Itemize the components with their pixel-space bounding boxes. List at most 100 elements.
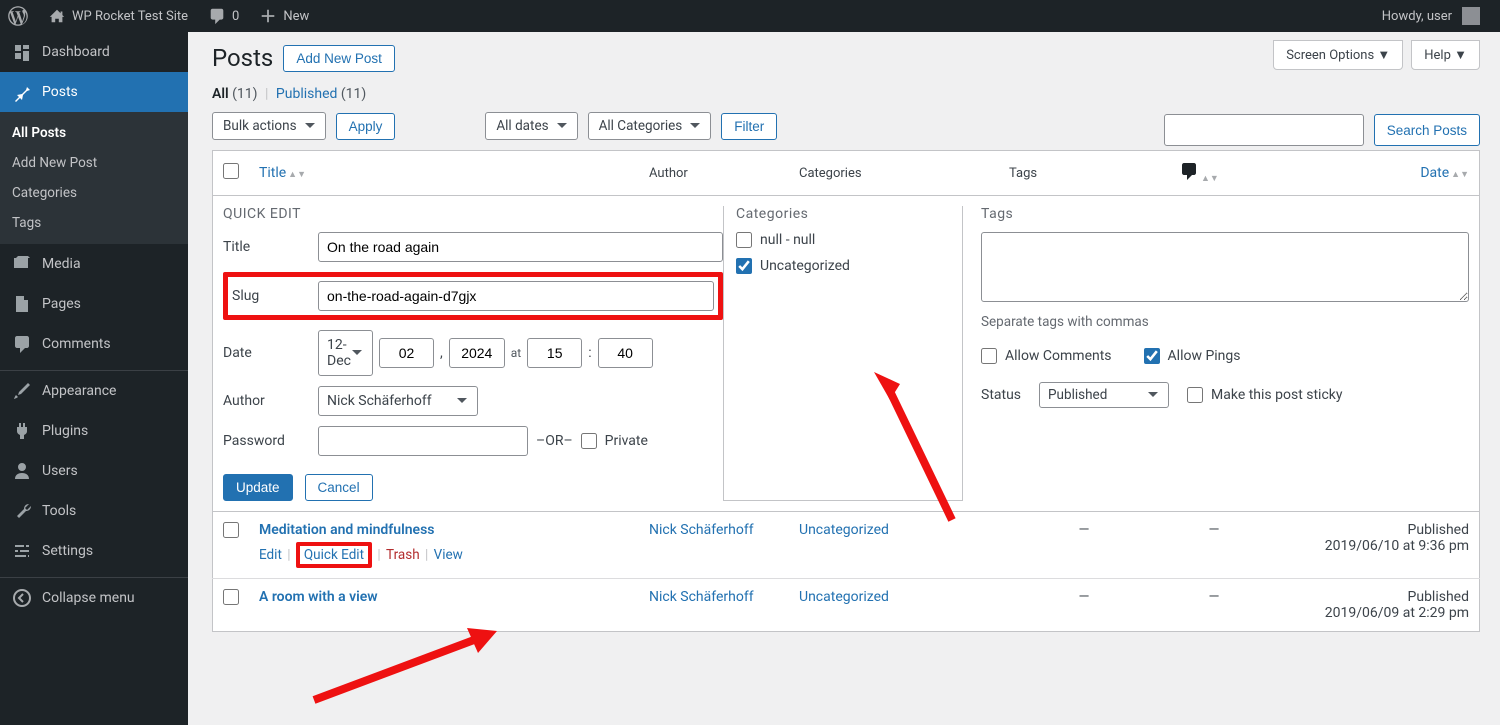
cat-null-checkbox[interactable] bbox=[736, 232, 752, 248]
brush-icon bbox=[12, 381, 32, 401]
sort-icon: ▲▼ bbox=[1451, 172, 1469, 178]
search-box: Search Posts bbox=[1164, 114, 1480, 146]
qe-slug-input[interactable] bbox=[318, 281, 714, 311]
date-status: Published bbox=[1408, 522, 1469, 538]
column-categories: Categories bbox=[799, 166, 862, 181]
search-input[interactable] bbox=[1164, 114, 1364, 146]
menu-media[interactable]: Media bbox=[0, 244, 188, 284]
qe-tags-label: Tags bbox=[981, 206, 1469, 222]
collapse-icon bbox=[12, 588, 32, 608]
media-icon bbox=[12, 254, 32, 274]
menu-dashboard[interactable]: Dashboard bbox=[0, 32, 188, 72]
filter-published[interactable]: Published (11) bbox=[276, 86, 366, 102]
select-all-checkbox[interactable] bbox=[223, 163, 239, 179]
qe-status-select[interactable]: Published bbox=[1039, 382, 1169, 408]
posts-table: Title▲▼ Author Categories Tags ▲▼ Date▲▼… bbox=[212, 150, 1480, 632]
column-comments[interactable]: ▲▼ bbox=[1179, 170, 1219, 185]
submenu-categories[interactable]: Categories bbox=[0, 178, 188, 208]
edit-link[interactable]: Edit bbox=[259, 547, 282, 563]
tags-cell: — bbox=[1079, 522, 1090, 538]
menu-appearance[interactable]: Appearance bbox=[0, 371, 188, 411]
category-filter-select[interactable]: All Categories bbox=[588, 112, 712, 140]
sort-icon: ▲▼ bbox=[288, 172, 306, 178]
menu-tools[interactable]: Tools bbox=[0, 491, 188, 531]
qe-day-input[interactable] bbox=[379, 338, 434, 368]
category-link[interactable]: Uncategorized bbox=[799, 522, 889, 538]
qe-month-select[interactable]: 12-Dec bbox=[318, 330, 373, 376]
submenu-all-posts[interactable]: All Posts bbox=[0, 118, 188, 148]
qe-hour-input[interactable] bbox=[527, 338, 582, 368]
post-title-link[interactable]: A room with a view bbox=[259, 589, 378, 605]
comments-link[interactable]: 0 bbox=[200, 0, 247, 32]
qe-password-input[interactable] bbox=[318, 426, 528, 456]
filter-button[interactable]: Filter bbox=[721, 113, 777, 140]
submenu-add-new[interactable]: Add New Post bbox=[0, 148, 188, 178]
trash-link[interactable]: Trash bbox=[386, 547, 420, 563]
category-link[interactable]: Uncategorized bbox=[799, 589, 889, 605]
posts-submenu: All Posts Add New Post Categories Tags bbox=[0, 112, 188, 244]
cancel-button[interactable]: Cancel bbox=[305, 474, 373, 501]
site-name: WP Rocket Test Site bbox=[72, 9, 188, 24]
pin-icon bbox=[12, 82, 32, 102]
qe-author-select[interactable]: Nick Schäferhoff bbox=[318, 386, 478, 416]
quick-edit-heading: QUICK EDIT bbox=[223, 206, 723, 222]
main-content: Posts Add New Post All (11) | Published … bbox=[188, 32, 1500, 652]
date-value: 2019/06/09 at 2:29 pm bbox=[1325, 605, 1469, 621]
qe-private-checkbox[interactable] bbox=[581, 433, 597, 449]
menu-pages[interactable]: Pages bbox=[0, 284, 188, 324]
filter-all[interactable]: All (11) bbox=[212, 86, 258, 102]
post-row: Meditation and mindfulness Edit | Quick … bbox=[213, 512, 1480, 579]
qe-year-input[interactable] bbox=[449, 338, 505, 368]
view-link[interactable]: View bbox=[434, 547, 463, 563]
post-row: A room with a view Nick Schäferhoff Unca… bbox=[213, 579, 1480, 632]
comment-icon bbox=[1179, 161, 1199, 181]
apply-button[interactable]: Apply bbox=[336, 113, 396, 140]
add-new-post-button[interactable]: Add New Post bbox=[283, 45, 395, 72]
qe-tags-hint: Separate tags with commas bbox=[981, 314, 1469, 330]
search-button[interactable]: Search Posts bbox=[1374, 114, 1480, 146]
bulk-actions-select[interactable]: Bulk actions bbox=[212, 112, 326, 140]
dashboard-icon bbox=[12, 42, 32, 62]
menu-users[interactable]: Users bbox=[0, 451, 188, 491]
new-link[interactable]: New bbox=[251, 0, 317, 32]
user-icon bbox=[12, 461, 32, 481]
slug-highlight-box: Slug bbox=[223, 272, 723, 320]
site-link[interactable]: WP Rocket Test Site bbox=[40, 0, 196, 32]
author-link[interactable]: Nick Schäferhoff bbox=[649, 522, 754, 538]
quick-edit-link[interactable]: Quick Edit bbox=[304, 547, 364, 563]
menu-collapse[interactable]: Collapse menu bbox=[0, 578, 188, 618]
wp-logo[interactable] bbox=[0, 0, 36, 32]
row-actions: Edit | Quick Edit | Trash | View bbox=[259, 542, 629, 568]
admin-sidebar: Dashboard Posts All Posts Add New Post C… bbox=[0, 32, 188, 725]
date-filter-select[interactable]: All dates bbox=[485, 112, 577, 140]
row-checkbox[interactable] bbox=[223, 522, 239, 538]
qe-private-label: Private bbox=[605, 433, 648, 449]
menu-comments[interactable]: Comments bbox=[0, 324, 188, 364]
author-link[interactable]: Nick Schäferhoff bbox=[649, 589, 754, 605]
comment-count: 0 bbox=[232, 9, 239, 24]
menu-posts[interactable]: Posts bbox=[0, 72, 188, 112]
post-title-link[interactable]: Meditation and mindfulness bbox=[259, 522, 434, 538]
qe-tags-textarea[interactable] bbox=[981, 232, 1469, 302]
qe-minute-input[interactable] bbox=[598, 338, 653, 368]
row-checkbox[interactable] bbox=[223, 589, 239, 605]
menu-settings[interactable]: Settings bbox=[0, 531, 188, 571]
allow-comments-checkbox[interactable] bbox=[981, 348, 997, 364]
howdy-text: Howdy, user bbox=[1382, 9, 1452, 24]
menu-plugins[interactable]: Plugins bbox=[0, 411, 188, 451]
avatar bbox=[1462, 7, 1480, 25]
update-button[interactable]: Update bbox=[223, 474, 293, 501]
allow-pings-checkbox[interactable] bbox=[1144, 348, 1160, 364]
quick-edit-highlight-box: Quick Edit bbox=[296, 542, 372, 568]
qe-title-input[interactable] bbox=[318, 232, 723, 262]
cat-uncategorized-checkbox[interactable] bbox=[736, 258, 752, 274]
qe-password-label: Password bbox=[223, 433, 318, 449]
column-title[interactable]: Title▲▼ bbox=[259, 165, 306, 181]
submenu-tags[interactable]: Tags bbox=[0, 208, 188, 238]
sort-icon: ▲▼ bbox=[1201, 176, 1219, 182]
quick-edit-row: QUICK EDIT Title Slug Date bbox=[213, 196, 1480, 512]
comments-cell: — bbox=[1209, 522, 1220, 538]
howdy-link[interactable]: Howdy, user bbox=[1374, 0, 1488, 32]
sticky-checkbox[interactable] bbox=[1187, 387, 1203, 403]
column-date[interactable]: Date▲▼ bbox=[1420, 165, 1469, 181]
